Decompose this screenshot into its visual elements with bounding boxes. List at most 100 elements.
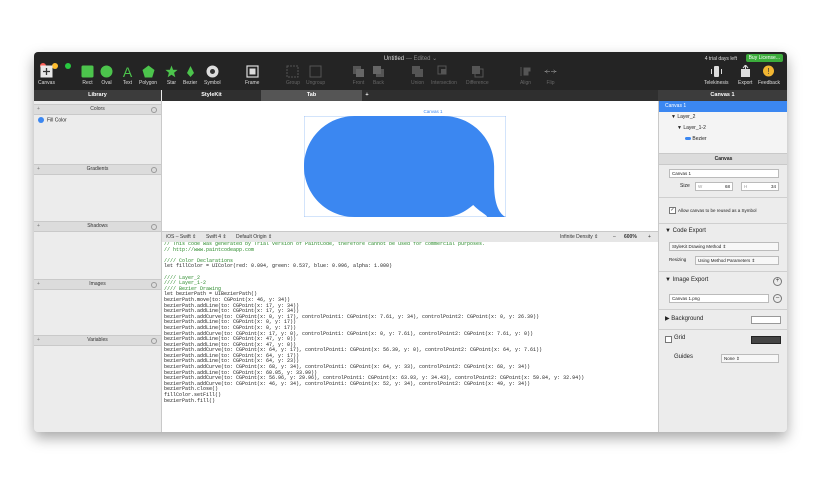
add-tab-button[interactable]: + — [362, 90, 372, 101]
colors-section-header[interactable]: + Colors — [34, 104, 161, 115]
feedback-tool[interactable]: ! Feedback — [758, 65, 780, 86]
images-options-icon[interactable] — [151, 282, 157, 288]
back-tool-label: Back — [372, 80, 385, 86]
canvas-area[interactable]: Canvas 1 — [162, 101, 658, 231]
tree-item-layer-2[interactable]: ▼ Layer_2 — [659, 112, 787, 123]
height-value: 34 — [770, 184, 776, 189]
ungroup-tool[interactable]: Ungroup — [306, 65, 325, 86]
canvas-tool[interactable]: Canvas — [38, 65, 55, 86]
difference-tool[interactable]: Difference — [466, 65, 489, 86]
swift-version-select[interactable]: Swift 4 ⇕ — [206, 234, 227, 240]
export-tool[interactable]: Export — [738, 65, 752, 86]
code-view[interactable]: // This code was generated by Trial vers… — [162, 242, 658, 432]
resizing-label: Resizing — [669, 257, 687, 262]
add-export-button[interactable]: + — [773, 277, 782, 286]
variables-options-icon[interactable] — [151, 338, 157, 344]
guides-select[interactable]: None ⇕ — [721, 354, 779, 363]
tree-item-layer-1-2[interactable]: ▼ Layer_1-2 — [659, 123, 787, 134]
intersection-tool-label: Intersection — [431, 80, 457, 86]
canvas-frame[interactable] — [304, 116, 506, 217]
disclosure-triangle-icon: ▼ — [665, 228, 673, 234]
fill-color-item[interactable]: Fill Color — [38, 117, 67, 123]
tab-stylekit[interactable]: StyleKit — [162, 90, 261, 101]
export-icon — [740, 65, 750, 77]
images-section-header[interactable]: + Images — [34, 279, 161, 290]
back-tool[interactable]: Back — [372, 65, 385, 86]
reuse-label: Allow canvas to be reused as a Symbol — [678, 208, 757, 213]
canvas-selector[interactable]: Canvas 1 — [658, 90, 787, 101]
height-field-label: H — [744, 184, 748, 189]
colors-options-icon[interactable] — [151, 107, 157, 113]
remove-export-button[interactable]: – — [773, 294, 782, 303]
flip-tool[interactable]: Flip — [544, 65, 557, 86]
zoom-in-button[interactable]: + — [648, 234, 651, 240]
origin-select[interactable]: Default Origin ⇕ — [236, 234, 272, 240]
variables-section-header[interactable]: + Variables — [34, 335, 161, 346]
front-tool[interactable]: Front — [352, 65, 365, 86]
union-tool[interactable]: Union — [411, 65, 424, 86]
text-tool-label: Text — [122, 80, 133, 86]
height-field[interactable]: H 34 — [741, 182, 779, 191]
star-tool[interactable]: Star — [165, 65, 178, 86]
width-field[interactable]: W 68 — [695, 182, 733, 191]
reuse-checkbox[interactable]: ✓ — [669, 207, 676, 214]
shadows-section-header[interactable]: + Shadows — [34, 221, 161, 232]
density-select[interactable]: Infinite Density ⇕ — [560, 234, 598, 240]
canvas-name-label: Canvas 1 — [423, 109, 443, 114]
symbol-tool[interactable]: Symbol — [204, 65, 221, 86]
group-tool[interactable]: Group — [286, 65, 300, 86]
images-title: Images — [89, 281, 106, 287]
group-tool-label: Group — [286, 80, 300, 86]
image-export-section[interactable]: ▼ Image Export — [665, 277, 708, 283]
tree-canvas-label: Canvas 1 — [665, 103, 687, 109]
add-shadow-button[interactable]: + — [37, 222, 40, 231]
background-section[interactable]: ▶ Background — [665, 315, 703, 322]
gradients-options-icon[interactable] — [151, 167, 157, 173]
background-color-well[interactable] — [751, 316, 781, 324]
zoom-button[interactable] — [64, 63, 71, 69]
intersection-icon — [437, 65, 447, 75]
canvas-section-header: Canvas — [659, 153, 787, 165]
drawing-method-select[interactable]: StyleKit Drawing Method ⇕ — [669, 242, 779, 251]
align-tool[interactable]: Align — [519, 65, 532, 86]
tree-item-bezier[interactable]: Bezier — [659, 134, 787, 145]
disclosure-triangle-icon: ▼ — [671, 114, 676, 120]
add-gradient-button[interactable]: + — [37, 165, 40, 174]
zoom-out-button[interactable]: – — [613, 234, 616, 240]
frame-tool[interactable]: Frame — [245, 65, 259, 86]
code-export-section[interactable]: ▼ Code Export — [665, 228, 706, 234]
resizing-select[interactable]: Using Method Parameters ⇕ — [695, 256, 779, 265]
image-file-field[interactable]: Canvas 1.png — [669, 294, 769, 303]
add-image-button[interactable]: + — [37, 280, 40, 289]
speech-bubble-shape[interactable] — [304, 116, 506, 217]
tab-tab[interactable]: Tab — [261, 90, 362, 101]
size-label: Size — [680, 183, 690, 189]
intersection-tool[interactable]: Intersection — [431, 65, 457, 86]
buy-license-button[interactable]: Buy License... — [745, 54, 783, 62]
pen-icon — [186, 66, 194, 77]
code-line: bezierPath.fill() — [164, 397, 216, 404]
gradients-section-header[interactable]: + Gradients — [34, 164, 161, 175]
flip-tool-label: Flip — [546, 80, 555, 86]
disclosure-triangle-icon: ▼ — [665, 277, 673, 283]
difference-tool-label: Difference — [466, 80, 489, 86]
platform-select[interactable]: iOS – Swift ⇕ — [166, 234, 196, 240]
shadows-options-icon[interactable] — [151, 224, 157, 230]
text-tool[interactable]: A Text — [121, 65, 134, 86]
grid-color-well[interactable] — [751, 336, 781, 344]
add-variable-button[interactable]: + — [37, 336, 40, 345]
align-icon — [520, 67, 531, 76]
polygon-tool[interactable]: Polygon — [139, 65, 157, 86]
canvas-plus-icon — [40, 65, 53, 78]
tree-item-canvas[interactable]: Canvas 1 — [659, 101, 787, 112]
divider — [659, 329, 787, 330]
bezier-tool[interactable]: Bezier — [183, 65, 197, 86]
oval-tool[interactable]: Oval — [100, 65, 113, 86]
symbol-icon — [206, 65, 219, 78]
canvas-name-field[interactable]: Canvas 1 — [669, 169, 779, 178]
telekinesis-tool[interactable]: Telekinesis — [704, 65, 728, 86]
grid-checkbox[interactable] — [665, 336, 672, 343]
rect-tool[interactable]: Rect — [81, 65, 94, 86]
add-color-button[interactable]: + — [37, 105, 40, 114]
image-export-title: Image Export — [672, 277, 709, 283]
